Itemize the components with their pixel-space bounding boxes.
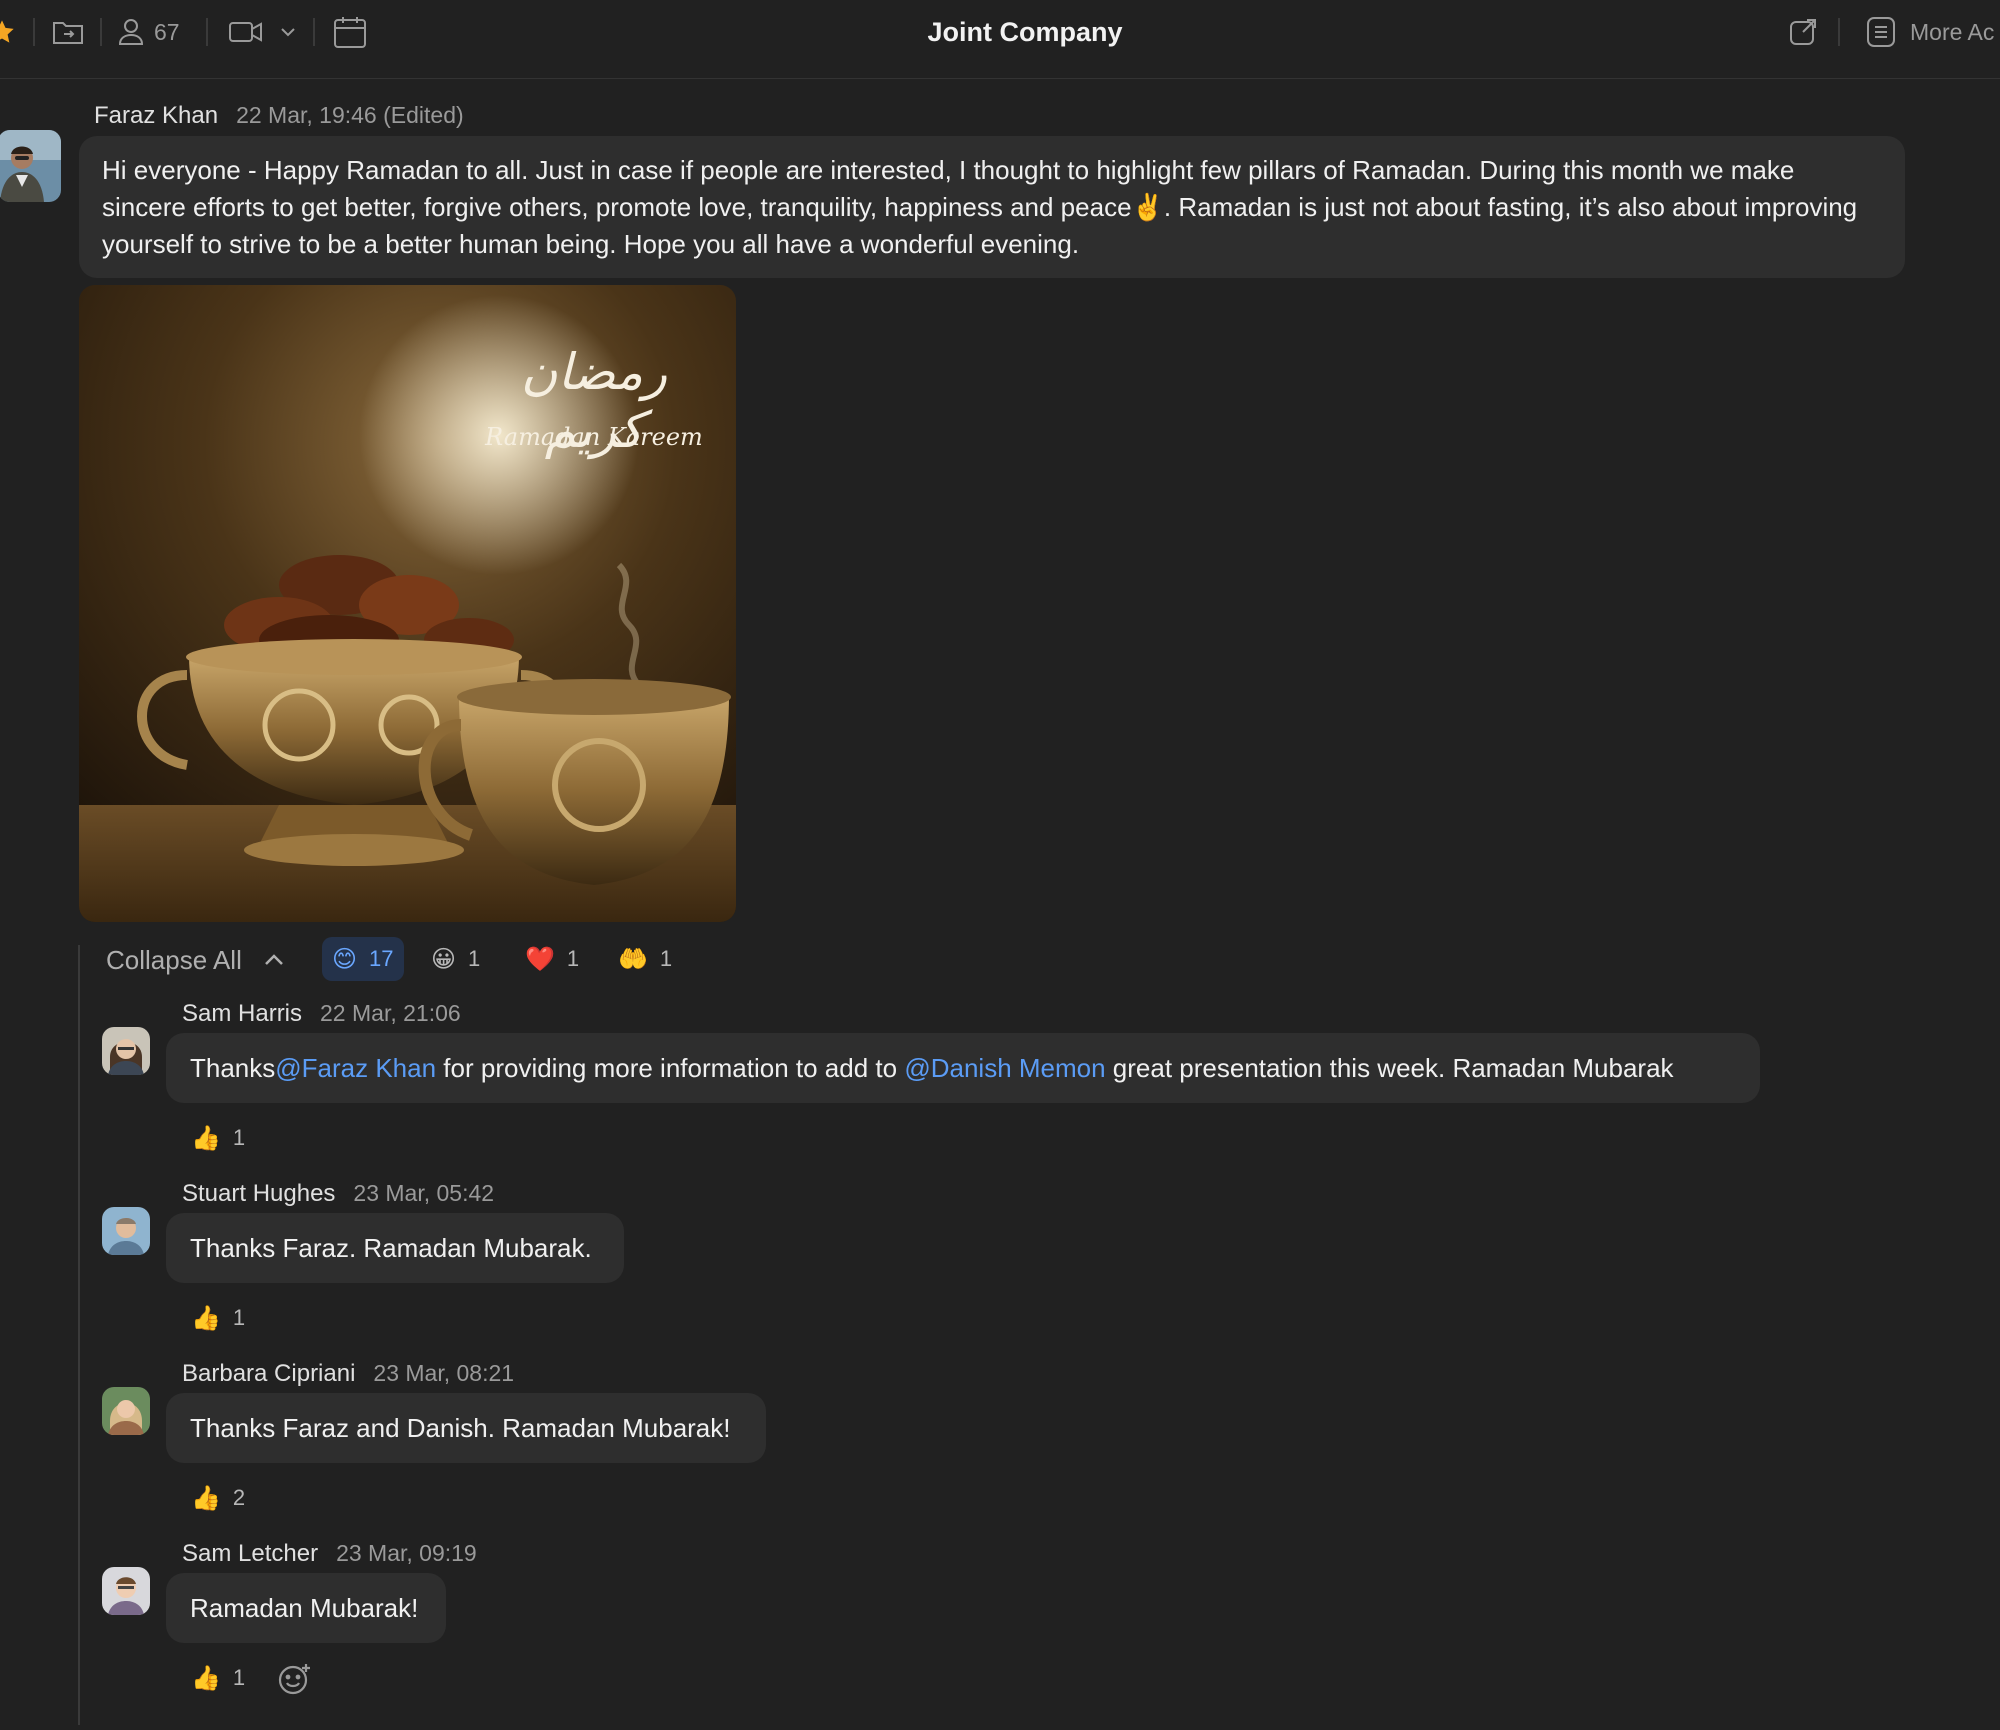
open-external-icon[interactable] — [1789, 14, 1817, 50]
reaction-thumbs-up[interactable]: 👍 2 — [181, 1476, 255, 1520]
message-timestamp: 22 Mar, 19:46 (Edited) — [236, 102, 464, 128]
avatar[interactable] — [102, 1027, 150, 1075]
grinning-face-emoji: 😀 — [431, 945, 457, 973]
message-author-line: Faraz Khan 22 Mar, 19:46 (Edited) — [94, 102, 464, 130]
thumbs-up-emoji: 👍 — [191, 1124, 221, 1152]
reply-timestamp: 23 Mar, 08:21 — [373, 1360, 515, 1386]
sam-harris-avatar — [102, 1027, 150, 1075]
reaction-thumbs-up[interactable]: 👍 1 — [181, 1656, 255, 1700]
reply-timestamp: 22 Mar, 21:06 — [320, 1000, 461, 1026]
faraz-khan-avatar — [0, 130, 61, 202]
reaction-count: 2 — [232, 1485, 246, 1510]
message-bubble: Hi everyone - Happy Ramadan to all. Just… — [79, 136, 1905, 278]
reaction-count: 1 — [232, 1305, 246, 1330]
reply-author-line: Sam Letcher 23 Mar, 09:19 — [182, 1540, 477, 1568]
reply-text: for providing more information to add to — [436, 1052, 905, 1083]
author-name[interactable]: Faraz Khan — [94, 102, 218, 129]
image-attachment[interactable]: رمضان كريم Ramadan Kareem — [79, 285, 736, 922]
add-reaction-button[interactable] — [278, 1662, 312, 1701]
more-actions-button[interactable]: More Ac — [1866, 14, 1994, 50]
smiling-face-emoji: 😊 — [332, 945, 358, 973]
collapse-all-button[interactable]: Collapse All — [106, 940, 284, 980]
avatar[interactable] — [102, 1207, 150, 1255]
reply-text: Ramadan Mubarak! — [190, 1592, 419, 1623]
victory-hand-emoji: ✌️ — [1131, 192, 1164, 222]
reaction-count: 17 — [369, 946, 394, 971]
reply-author-line: Sam Harris 22 Mar, 21:06 — [182, 1000, 461, 1028]
author-name[interactable]: Sam Letcher — [182, 1540, 318, 1567]
image-caption: Ramadan Kareem — [485, 423, 703, 451]
reply-author-line: Stuart Hughes 23 Mar, 05:42 — [182, 1180, 494, 1208]
reply-timestamp: 23 Mar, 05:42 — [353, 1180, 495, 1206]
avatar[interactable] — [102, 1387, 150, 1435]
reply-bubble: Thanks @Faraz Khan for providing more in… — [166, 1033, 1760, 1103]
toolbar-divider — [1838, 18, 1840, 46]
thumbs-up-emoji: 👍 — [191, 1484, 221, 1512]
author-name[interactable]: Stuart Hughes — [182, 1180, 335, 1207]
reaction-palms[interactable]: 🤲 1 — [608, 937, 682, 981]
reply-bubble: Thanks Faraz. Ramadan Mubarak. — [166, 1213, 624, 1283]
thread-line — [78, 945, 80, 1725]
more-actions-label: More Ac — [1910, 18, 1995, 45]
reply-text: Thanks — [190, 1052, 276, 1083]
author-name[interactable]: Barbara Cipriani — [182, 1360, 355, 1387]
reaction-thumbs-up[interactable]: 👍 1 — [181, 1296, 255, 1340]
author-name[interactable]: Sam Harris — [182, 1000, 302, 1027]
reaction-count: 1 — [659, 946, 673, 971]
reply-text: Thanks Faraz. Ramadan Mubarak. — [190, 1232, 592, 1263]
mention-faraz-khan[interactable]: @Faraz Khan — [275, 1050, 436, 1087]
stuart-hughes-avatar — [102, 1207, 150, 1255]
chevron-up-icon — [264, 954, 283, 965]
reaction-count: 1 — [232, 1665, 246, 1690]
reaction-count: 1 — [468, 946, 481, 971]
reply-text: Thanks Faraz and Danish. Ramadan Mubarak… — [190, 1412, 731, 1443]
sam-letcher-avatar — [102, 1567, 150, 1615]
channel-toolbar: 67 Joint Company More Ac — [0, 0, 2000, 79]
reply-timestamp: 23 Mar, 09:19 — [336, 1540, 477, 1566]
reaction-count: 1 — [232, 1125, 246, 1150]
thumbs-up-emoji: 👍 — [191, 1664, 221, 1692]
reply-author-line: Barbara Cipriani 23 Mar, 08:21 — [182, 1360, 514, 1388]
reaction-thumbs-up[interactable]: 👍 1 — [181, 1116, 255, 1160]
add-emoji-icon — [278, 1664, 310, 1695]
avatar[interactable] — [0, 130, 61, 202]
palms-up-emoji: 🤲 — [618, 945, 648, 973]
channel-title: Joint Company — [927, 17, 1123, 47]
reaction-smile[interactable]: 😊 17 — [322, 937, 404, 981]
reply-text: great presentation this week. Ramadan Mu… — [1105, 1052, 1674, 1083]
barbara-cipriani-avatar — [102, 1387, 150, 1435]
mention-danish-memon[interactable]: @Danish Memon — [904, 1050, 1105, 1087]
reaction-heart[interactable]: ❤️ 1 — [515, 937, 589, 981]
avatar[interactable] — [102, 1567, 150, 1615]
collapse-all-label: Collapse All — [106, 944, 242, 975]
reply-bubble: Ramadan Mubarak! — [166, 1573, 446, 1643]
heart-emoji: ❤️ — [525, 945, 555, 973]
reaction-grin[interactable]: 😀 1 — [421, 937, 490, 981]
reply-bubble: Thanks Faraz and Danish. Ramadan Mubarak… — [166, 1393, 766, 1463]
reaction-count: 1 — [566, 946, 580, 971]
list-icon — [1867, 17, 1895, 47]
thumbs-up-emoji: 👍 — [191, 1304, 221, 1332]
